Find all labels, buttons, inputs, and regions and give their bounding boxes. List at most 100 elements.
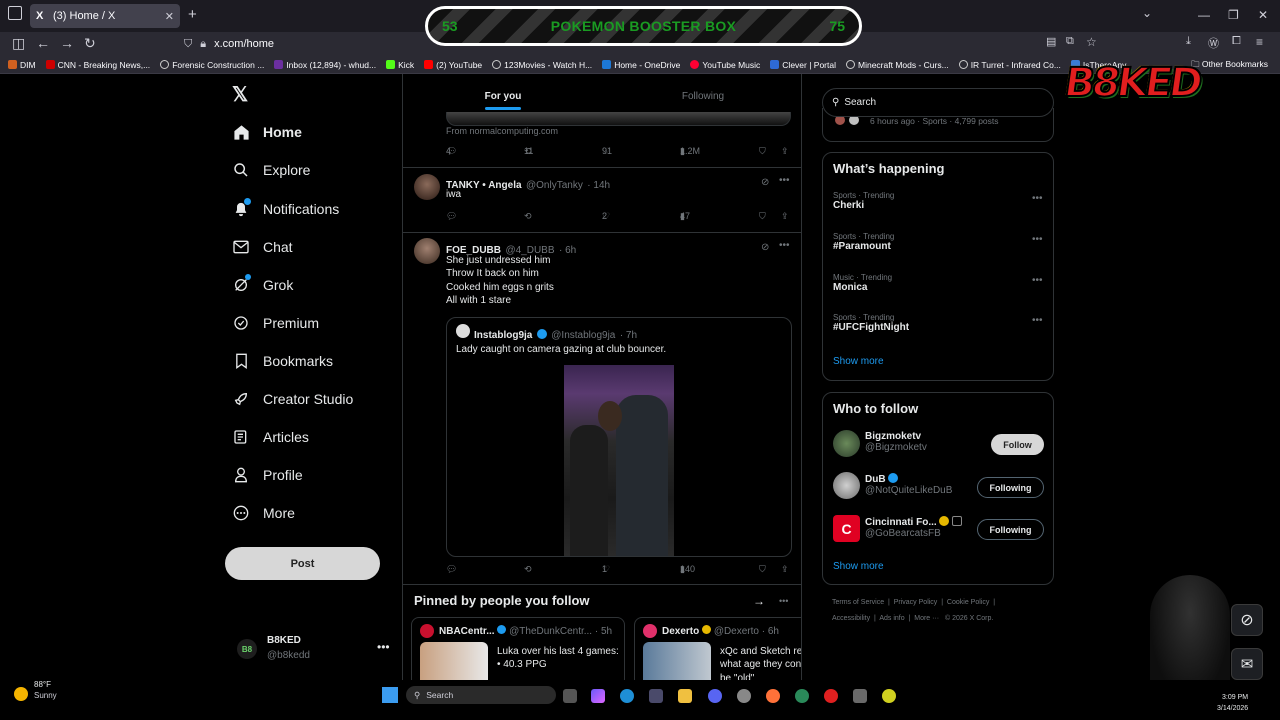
more-dots-icon[interactable]: ••• [779, 596, 788, 606]
reply-button[interactable]: 💬︎ [446, 564, 460, 575]
more-dots-icon[interactable]: ••• [779, 240, 790, 251]
repost-button[interactable]: ⟲ [524, 211, 534, 222]
bookmark-item[interactable]: Forensic Construction ... [160, 60, 264, 70]
share-icon[interactable]: ⇪ [781, 146, 789, 157]
footer-link[interactable]: More ··· [914, 615, 939, 622]
shield-icon[interactable]: ⛉ [184, 38, 192, 51]
downloads-icon[interactable]: ⤓ [1186, 35, 1191, 48]
reload-icon[interactable]: ↻ [84, 35, 96, 52]
grok-float-button[interactable]: ⊘ [1231, 604, 1263, 636]
firefox-icon[interactable] [766, 689, 780, 703]
more-dots-icon[interactable]: ••• [779, 175, 790, 186]
more-dots-icon[interactable]: ••• [1032, 234, 1043, 245]
sidebar-item-articles[interactable]: Articles [232, 428, 309, 446]
edge-icon[interactable] [620, 689, 634, 703]
bookmark-star-icon[interactable]: ☆ [1086, 35, 1097, 49]
account-switcher[interactable]: B8 B8KED @b8kedd ••• [237, 634, 392, 664]
avatar[interactable] [414, 238, 440, 264]
bookmark-item[interactable]: YouTube Music [690, 60, 760, 70]
more-dots-icon[interactable]: ••• [1032, 315, 1043, 326]
following-button[interactable]: Following [977, 477, 1044, 498]
trend-item[interactable]: Music · Trending Monica [833, 273, 892, 293]
forward-icon[interactable]: → [60, 35, 74, 51]
x-logo-icon[interactable]: 𝕏 [232, 82, 248, 107]
footer-link[interactable]: Cookie Policy [947, 599, 989, 606]
repost-button[interactable]: ⟲ 11 [524, 146, 534, 157]
show-more-link[interactable]: Show more [833, 561, 884, 572]
avatar[interactable] [414, 174, 440, 200]
more-dots-icon[interactable]: ••• [1032, 193, 1043, 204]
quoted-tweet[interactable]: Instablog9ja @Instablog9ja · 7h Lady cau… [446, 317, 792, 557]
follow-suggestion[interactable]: DuB @NotQuiteLikeDuB [865, 473, 952, 496]
browser-tab[interactable]: X (3) Home / X ✕ [30, 4, 180, 28]
sidebar-item-grok[interactable]: Grok [232, 274, 293, 294]
lock-icon[interactable]: 🔒︎ [200, 38, 206, 51]
bookmark-icon[interactable]: ⛉ [759, 146, 766, 157]
trend-item[interactable]: Sports · Trending Cherki [833, 191, 894, 211]
following-button[interactable]: Following [977, 519, 1044, 540]
sidebar-item-bookmarks[interactable]: Bookmarks [232, 352, 333, 370]
bookmark-item[interactable]: (2) YouTube [424, 60, 482, 70]
views-button[interactable]: ▮ 140 [680, 564, 695, 575]
sidebar-item-notifications[interactable]: Notifications [232, 198, 339, 218]
follow-suggestion[interactable]: Cincinnati Fo... @GoBearcatsFB [865, 516, 963, 539]
sidebar-item-explore[interactable]: Explore [232, 161, 310, 179]
minimize-icon[interactable]: — [1198, 8, 1210, 22]
weather-temp[interactable]: 88°F [34, 680, 51, 689]
views-button[interactable]: ▮ 1.2M [680, 146, 700, 157]
sidebar-item-more[interactable]: More [232, 504, 295, 522]
account-icon[interactable]: Ⓦ [1208, 35, 1219, 51]
weather-desc[interactable]: Sunny [34, 691, 57, 700]
reply-button[interactable]: 💬︎ [446, 211, 460, 222]
share-icon[interactable]: ⇪ [781, 564, 789, 575]
more-dots-icon[interactable]: ••• [377, 640, 390, 654]
bookmark-icon[interactable]: ⛉ [759, 211, 766, 222]
close-tab-icon[interactable]: ✕ [165, 10, 174, 23]
file-explorer-icon[interactable] [678, 689, 692, 703]
bookmark-item[interactable]: IR Turret - Infrared Co... [958, 60, 1061, 70]
menu-icon[interactable]: ≡ [1256, 35, 1263, 49]
clock-time[interactable]: 3:09 PM [1222, 694, 1248, 701]
search-input[interactable]: ⚲ Search [822, 88, 1054, 117]
pinned-card[interactable]: Dexerto @Dexerto · 6h xQc and Sketch re … [634, 617, 801, 680]
bookmark-item[interactable]: Clever | Portal [770, 60, 836, 70]
sidebar-toggle-icon[interactable]: ◫ [12, 35, 25, 52]
views-button[interactable]: ▮ 47 [680, 211, 690, 222]
sidebar-item-premium[interactable]: Premium [232, 314, 319, 332]
footer-link[interactable]: Privacy Policy [894, 599, 938, 606]
bookmark-item[interactable]: Inbox (12,894) - whud... [274, 60, 376, 70]
avatar[interactable]: C [833, 515, 860, 542]
taskbar-search[interactable]: ⚲ Search [406, 686, 556, 704]
bookmark-item[interactable]: DIM [8, 60, 36, 70]
list-all-tabs-icon[interactable]: ⌄ [1142, 6, 1152, 20]
show-more-link[interactable]: Show more [833, 356, 884, 367]
back-icon[interactable]: ← [36, 35, 50, 51]
repost-button[interactable]: ⟲ [524, 564, 534, 575]
settings-icon[interactable] [737, 689, 751, 703]
post-button[interactable]: Post [225, 547, 380, 580]
trend-item[interactable]: Sports · Trending #Paramount [833, 232, 894, 252]
extensions-icon[interactable]: ⧠ [1232, 35, 1241, 48]
close-window-icon[interactable]: ✕ [1258, 8, 1268, 22]
media-player-icon[interactable] [824, 689, 838, 703]
task-view-icon[interactable] [563, 689, 577, 703]
like-button[interactable]: ♡ 2 [602, 211, 613, 222]
bookmark-item[interactable]: CNN - Breaking News,... [45, 60, 150, 70]
reply-button[interactable]: 💬︎ 4 [446, 146, 460, 157]
windows-start-icon[interactable] [382, 687, 398, 703]
page-actions-icon[interactable]: ⧉ [1066, 35, 1074, 48]
bookmark-icon[interactable]: ⛉ [759, 564, 766, 575]
follow-suggestion[interactable]: Bigzmoketv @Bigzmoketv [865, 431, 927, 453]
maximize-icon[interactable]: ❐ [1228, 8, 1239, 22]
quote-media-image[interactable] [564, 365, 674, 556]
copilot-icon[interactable] [591, 689, 605, 703]
link-card[interactable] [446, 112, 791, 126]
tweet-time[interactable]: · 6h [559, 245, 576, 256]
tab-list-icon[interactable] [8, 6, 22, 20]
tweet-author-handle[interactable]: @OnlyTanky [526, 180, 583, 191]
tab-for-you[interactable]: For you [403, 74, 603, 112]
reader-view-icon[interactable]: ▤ [1046, 35, 1056, 48]
bookmark-item[interactable]: 123Movies - Watch H... [492, 60, 592, 70]
bookmark-item[interactable]: Home - OneDrive [602, 60, 680, 70]
app-icon[interactable] [853, 689, 867, 703]
